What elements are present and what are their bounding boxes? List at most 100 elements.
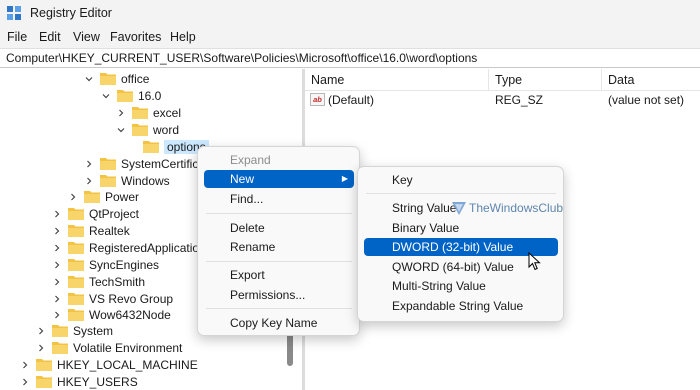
menu-item-expandable-string-value[interactable]: Expandable String Value [364,297,558,315]
tree-node-label: office [121,71,150,86]
chevron-right-icon: ▶ [341,174,348,183]
menu-item-label: Expandable String Value [392,299,524,313]
chevron-right-icon[interactable] [52,209,62,219]
menu-item-multi-string-value[interactable]: Multi-String Value [364,277,558,295]
menu-view[interactable]: View [73,30,100,44]
tree-node-power[interactable]: Power [68,188,139,205]
chevron-right-icon[interactable] [20,360,30,370]
menu-bar: File Edit View Favorites Help [0,26,700,48]
menu-item-export[interactable]: Export [204,266,354,284]
folder-icon [68,309,84,321]
chevron-down-icon[interactable] [84,74,94,84]
tree-node-label: word [153,122,180,137]
menu-item-label: Delete [230,221,265,235]
watermark: TheWindowsClub [452,201,563,215]
tree-node-office[interactable]: office [84,70,149,87]
chevron-right-icon[interactable] [52,294,62,304]
tree-node-hkey-users[interactable]: HKEY_USERS [20,373,138,390]
folder-icon [100,158,116,170]
chevron-right-icon[interactable] [52,243,62,253]
menu-item-label: DWORD (32-bit) Value [392,240,514,254]
menu-item-label: Expand [230,153,271,167]
tree-node-16-0[interactable]: 16.0 [101,87,161,104]
tree-node-excel[interactable]: excel [116,104,181,121]
column-separator[interactable] [601,69,602,91]
chevron-right-icon[interactable] [36,343,46,353]
column-header-type[interactable]: Type [495,73,522,87]
tree-node-vs-revo-group[interactable]: VS Revo Group [52,290,173,307]
menu-item-rename[interactable]: Rename [204,238,354,256]
tree-node-label: HKEY_LOCAL_MACHINE [57,357,198,372]
window-title: Registry Editor [30,6,112,20]
menu-item-key[interactable]: Key [364,171,558,189]
menu-item-label: QWORD (64-bit) Value [392,260,514,274]
chevron-right-icon[interactable] [116,108,126,118]
tree-node-realtek[interactable]: Realtek [52,222,130,239]
folder-icon [68,242,84,254]
new-submenu: Key String Value Binary Value DWORD (32-… [357,166,564,322]
menu-favorites[interactable]: Favorites [110,30,161,44]
tree-node-label: HKEY_USERS [57,374,138,389]
tree-node-label: QtProject [89,206,140,221]
tree-node-registeredapplications[interactable]: RegisteredApplication [52,239,206,256]
address-bar[interactable]: Computer\HKEY_CURRENT_USER\Software\Poli… [0,48,700,68]
chevron-right-icon[interactable] [52,260,62,270]
menu-item-copy-key-name[interactable]: Copy Key Name [204,314,354,332]
tree-node-techsmith[interactable]: TechSmith [52,273,145,290]
tree-node-word[interactable]: word [116,121,179,138]
menu-item-permissions[interactable]: Permissions... [204,286,354,304]
value-data: (value not set) [608,93,685,107]
tree-node-label: SystemCertificat [121,156,209,171]
watermark-text: TheWindowsClub [469,201,564,215]
registry-editor-icon [7,6,21,20]
menu-item-expand[interactable]: Expand [204,151,354,169]
folder-icon [100,73,116,85]
tree-node-label: 16.0 [138,88,162,103]
tree-node-volatile-environment[interactable]: Volatile Environment [36,339,182,356]
tree-node-wow6432node[interactable]: Wow6432Node [52,306,171,323]
menu-divider [206,261,352,262]
folder-icon [68,208,84,220]
title-bar: Registry Editor [0,0,700,26]
menu-item-label: Multi-String Value [392,279,486,293]
column-header-data[interactable]: Data [608,73,634,87]
chevron-right-icon[interactable] [84,159,94,169]
menu-item-label: Rename [230,240,276,254]
tree-node-qtproject[interactable]: QtProject [52,205,139,222]
chevron-right-icon[interactable] [52,310,62,320]
menu-item-new[interactable]: New ▶ [204,170,354,188]
menu-divider [366,193,556,194]
chevron-right-icon[interactable] [84,176,94,186]
chevron-right-icon[interactable] [52,226,62,236]
chevron-right-icon[interactable] [36,326,46,336]
tree-node-system[interactable]: System [36,322,113,339]
menu-item-find[interactable]: Find... [204,190,354,208]
menu-file[interactable]: File [7,30,27,44]
chevron-down-icon[interactable] [116,125,126,135]
chevron-right-icon[interactable] [20,377,30,387]
mouse-cursor-icon [528,252,541,271]
folder-icon [132,124,148,136]
column-separator[interactable] [488,69,489,91]
menu-edit[interactable]: Edit [39,30,61,44]
table-row[interactable]: ab (Default) REG_SZ (value not set) [305,91,700,109]
folder-icon [132,107,148,119]
tree-node-label: SyncEngines [89,257,160,272]
folder-icon [36,359,52,371]
tree-node-windows[interactable]: Windows [84,172,170,189]
menu-item-binary-value[interactable]: Binary Value [364,219,558,237]
chevron-right-icon[interactable] [52,277,62,287]
menu-item-delete[interactable]: Delete [204,219,354,237]
tree-node-systemcertificates[interactable]: SystemCertificat [84,155,208,172]
tree-node-hkey-local-machine[interactable]: HKEY_LOCAL_MACHINE [20,356,198,373]
menu-item-label: Copy Key Name [230,316,318,330]
chevron-right-icon[interactable] [68,192,78,202]
folder-icon [68,225,84,237]
tree-node-label: Realtek [89,223,130,238]
folder-icon [143,141,159,153]
chevron-down-icon[interactable] [101,91,111,101]
menu-help[interactable]: Help [170,30,196,44]
menu-item-label: Binary Value [392,221,460,235]
column-header-name[interactable]: Name [311,73,344,87]
tree-node-syncengines[interactable]: SyncEngines [52,256,159,273]
